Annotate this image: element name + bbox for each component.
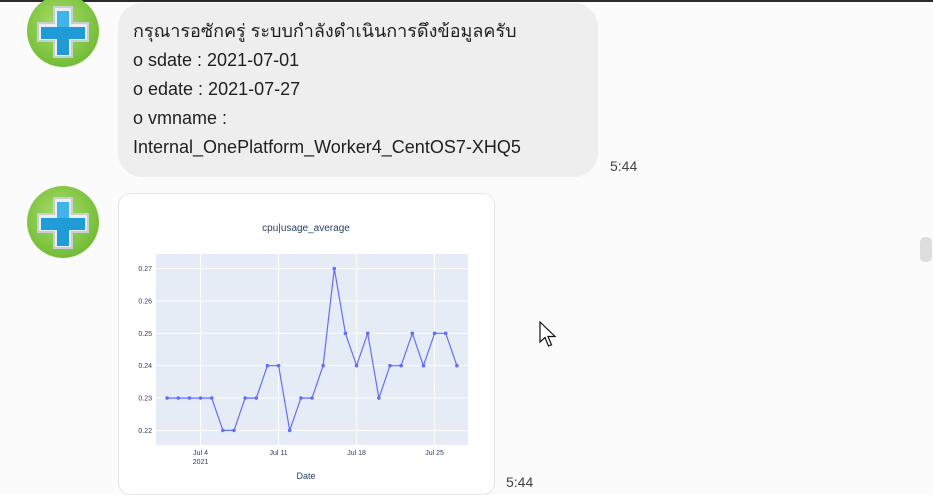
y-tick-label: 0.26 <box>138 298 152 305</box>
scrollbar-thumb[interactable] <box>920 237 932 262</box>
data-point <box>165 396 169 400</box>
window-top-border <box>0 0 933 2</box>
x-tick-label: Jul 11 <box>269 450 287 457</box>
message-bubble: กรุณารอซักครู่ ระบบกำลังดำเนินการดึงข้อม… <box>118 3 598 177</box>
data-point <box>209 396 214 400</box>
chart-title: cpu|usage_average <box>262 223 350 234</box>
message-timestamp: 5:44 <box>506 474 534 490</box>
data-point <box>399 363 403 368</box>
data-point <box>198 396 203 400</box>
y-tick-label: 0.23 <box>138 396 152 403</box>
data-point <box>276 363 281 368</box>
data-point <box>265 363 270 368</box>
message-line-edate: o edate : 2021-07-27 <box>133 79 301 99</box>
medical-cross-icon <box>37 197 89 249</box>
data-point <box>365 331 370 336</box>
y-tick-label: 0.27 <box>138 266 152 273</box>
message-line-sdate: o sdate : 2021-07-01 <box>133 50 300 70</box>
message-line-vmname-value: Internal_OnePlatform_Worker4_CentOS7-XHQ… <box>133 137 521 157</box>
data-point <box>243 396 247 400</box>
data-point <box>176 396 181 400</box>
message-line: กรุณารอซักครู่ ระบบกำลังดำเนินการดึงข้อม… <box>133 21 517 41</box>
line-chart: cpu|usage_average 0.22 0.23 0.24 0.25 0.26 0.… <box>138 223 468 481</box>
data-point <box>332 266 337 271</box>
data-point <box>321 363 325 368</box>
x-tick-label: Jul 18 <box>347 450 366 457</box>
chart-image-message[interactable]: cpu|usage_average 0.22 0.23 0.24 0.25 0.26 0.… <box>118 193 495 495</box>
y-tick-label: 0.24 <box>138 363 152 370</box>
x-tick-sublabel: 2021 <box>193 459 209 466</box>
message-line-vmname: o vmname : <box>133 108 228 128</box>
data-point <box>410 331 415 336</box>
y-tick-label: 0.22 <box>138 428 152 435</box>
data-point <box>254 396 259 400</box>
x-axis-label: Date <box>296 471 315 481</box>
message-timestamp: 5:44 <box>610 158 638 174</box>
data-point <box>310 396 314 400</box>
x-tick-label: Jul 25 <box>425 450 444 457</box>
data-point <box>232 428 236 433</box>
y-tick-label: 0.25 <box>138 331 152 338</box>
bot-avatar[interactable] <box>27 186 99 258</box>
data-point <box>343 331 348 336</box>
bot-avatar[interactable] <box>27 0 99 67</box>
data-point <box>377 396 381 400</box>
data-point <box>287 428 292 433</box>
data-point <box>354 363 359 368</box>
mouse-pointer-icon <box>539 321 557 347</box>
data-point <box>299 396 303 400</box>
x-tick-label: Jul 4 <box>193 450 208 457</box>
data-point <box>443 331 448 336</box>
data-point <box>221 428 225 433</box>
data-point <box>432 331 437 336</box>
data-point <box>388 363 392 368</box>
data-point <box>187 396 192 400</box>
medical-cross-icon <box>37 6 89 58</box>
data-point <box>455 363 459 368</box>
plot-area <box>156 254 468 445</box>
data-point <box>421 363 426 368</box>
